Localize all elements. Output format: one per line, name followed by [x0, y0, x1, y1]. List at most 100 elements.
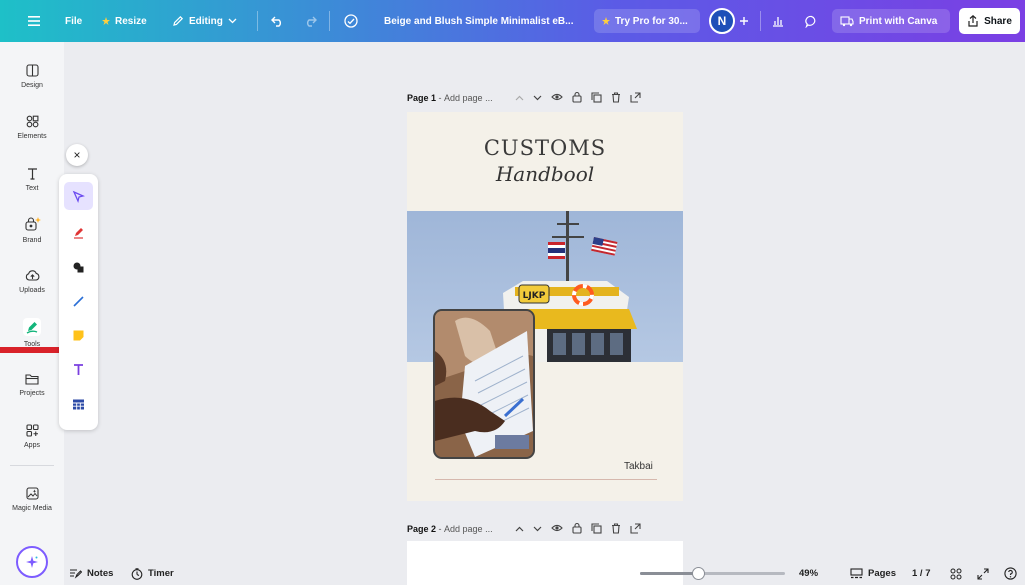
magic-assistant-button[interactable] — [16, 546, 48, 578]
page-actions — [515, 90, 641, 106]
delete-page-icon[interactable] — [611, 522, 621, 536]
pen-tool[interactable] — [64, 218, 93, 246]
chevron-down-icon — [228, 18, 237, 24]
select-tool[interactable] — [64, 182, 93, 210]
sidebar-item-magic-media[interactable]: Magic Media — [0, 475, 64, 523]
avatar-initial: N — [717, 14, 727, 28]
cursor-icon — [72, 190, 85, 203]
sidebar-item-text[interactable]: Text — [0, 155, 64, 203]
magic-media-icon — [25, 486, 39, 500]
sidebar-item-label: Apps — [24, 441, 40, 449]
share-button[interactable]: Share — [959, 8, 1020, 34]
boat-sign-text: LJKP — [523, 291, 546, 301]
pages-button[interactable]: Pages — [850, 562, 896, 585]
page-count: 1 / 7 — [912, 568, 931, 579]
zoom-slider[interactable] — [640, 572, 785, 575]
redo-button[interactable] — [304, 0, 317, 42]
add-page-title-input[interactable]: Add page ... — [444, 524, 493, 534]
projects-icon — [25, 373, 39, 385]
sidebar-item-label: Magic Media — [12, 504, 52, 512]
document-title-text: Beige and Blush Simple Minimalist eB... — [384, 15, 574, 27]
add-page-title-input[interactable]: Add page ... — [444, 93, 493, 103]
page-number: Page 1 — [407, 93, 437, 103]
print-with-canva-button[interactable]: Print with Canva — [832, 9, 950, 33]
delete-page-icon[interactable] — [611, 91, 621, 105]
cloud-save-status[interactable] — [343, 0, 359, 42]
duplicate-page-icon[interactable] — [591, 91, 602, 105]
add-collaborator-button[interactable] — [739, 0, 749, 42]
document-title[interactable]: Beige and Blush Simple Minimalist eB... — [384, 0, 573, 42]
hands-document-photo[interactable] — [433, 309, 535, 459]
lock-icon[interactable] — [572, 91, 582, 105]
chevron-up-icon[interactable] — [515, 524, 524, 534]
notes-icon — [69, 568, 82, 579]
avatar[interactable]: N — [709, 8, 735, 34]
add-page-icon[interactable] — [630, 91, 641, 105]
design-title[interactable]: CUSTOMS — [407, 136, 683, 160]
sticky-note-icon — [72, 329, 85, 342]
insights-button[interactable] — [772, 0, 784, 42]
editing-label: Editing — [189, 15, 223, 27]
toolbar-divider — [760, 11, 761, 31]
hands-illustration — [435, 311, 533, 457]
design-icon — [25, 63, 39, 77]
chevron-up-icon[interactable] — [515, 93, 524, 103]
shapes-icon — [72, 261, 85, 274]
author-name[interactable]: Takbai — [624, 461, 653, 472]
page-title-separator: - — [436, 93, 445, 103]
sidebar-item-design[interactable]: Design — [0, 52, 64, 100]
text-icon — [26, 167, 39, 180]
grid-view-icon — [950, 568, 962, 580]
sidebar-item-brand[interactable]: Brand — [0, 206, 64, 254]
timer-label: Timer — [148, 568, 174, 579]
sticky-note-tool[interactable] — [64, 321, 93, 349]
redo-icon — [304, 16, 317, 27]
sidebar-divider — [10, 465, 54, 466]
close-icon: × — [73, 148, 81, 162]
notes-button[interactable]: Notes — [69, 562, 113, 585]
close-tools-button[interactable]: × — [66, 144, 88, 166]
help-button[interactable] — [1004, 562, 1017, 585]
zoom-slider-handle[interactable] — [692, 567, 705, 580]
comments-button[interactable] — [805, 0, 818, 42]
page-1-canvas[interactable]: CUSTOMS Handbool LJKP Takbai — [407, 112, 683, 501]
text-tool-icon — [72, 363, 85, 376]
chevron-down-icon[interactable] — [533, 93, 542, 103]
chevron-down-icon[interactable] — [533, 524, 542, 534]
menu-button[interactable] — [28, 0, 40, 42]
sidebar-item-elements[interactable]: Elements — [0, 103, 64, 151]
toolbar-divider — [257, 11, 258, 31]
design-subtitle[interactable]: Handbool — [407, 162, 683, 186]
try-pro-label: Try Pro for 30... — [615, 15, 688, 27]
sidebar-item-uploads[interactable]: Uploads — [0, 258, 64, 306]
file-menu[interactable]: File — [65, 0, 82, 42]
toolbar-divider — [329, 11, 330, 31]
hide-page-icon[interactable] — [551, 523, 563, 535]
lock-icon[interactable] — [572, 522, 582, 536]
undo-button[interactable] — [271, 0, 284, 42]
grid-view-button[interactable] — [950, 562, 962, 585]
hide-page-icon[interactable] — [551, 92, 563, 104]
comment-icon — [805, 15, 818, 28]
editing-mode-dropdown[interactable]: Editing — [172, 0, 237, 42]
elements-icon — [26, 115, 39, 128]
shapes-tool[interactable] — [64, 253, 93, 281]
page-actions — [515, 521, 641, 537]
timer-button[interactable]: Timer — [131, 562, 174, 585]
table-tool[interactable] — [64, 390, 93, 418]
line-tool[interactable] — [64, 287, 93, 315]
sidebar-item-projects[interactable]: Projects — [0, 361, 64, 409]
text-tool[interactable] — [64, 355, 93, 383]
undo-icon — [271, 16, 284, 27]
resize-button[interactable]: Resize — [102, 0, 147, 42]
tools-icon — [23, 318, 41, 336]
zoom-percentage[interactable]: 49% — [799, 562, 818, 585]
page-2-header: Page 2 - Add page ... — [407, 521, 683, 537]
help-icon — [1004, 567, 1017, 580]
duplicate-page-icon[interactable] — [591, 522, 602, 536]
fullscreen-button[interactable] — [977, 562, 989, 585]
add-page-icon[interactable] — [630, 522, 641, 536]
sidebar-item-apps[interactable]: Apps — [0, 412, 64, 460]
apps-icon — [25, 423, 39, 437]
try-pro-button[interactable]: Try Pro for 30... — [594, 9, 700, 33]
